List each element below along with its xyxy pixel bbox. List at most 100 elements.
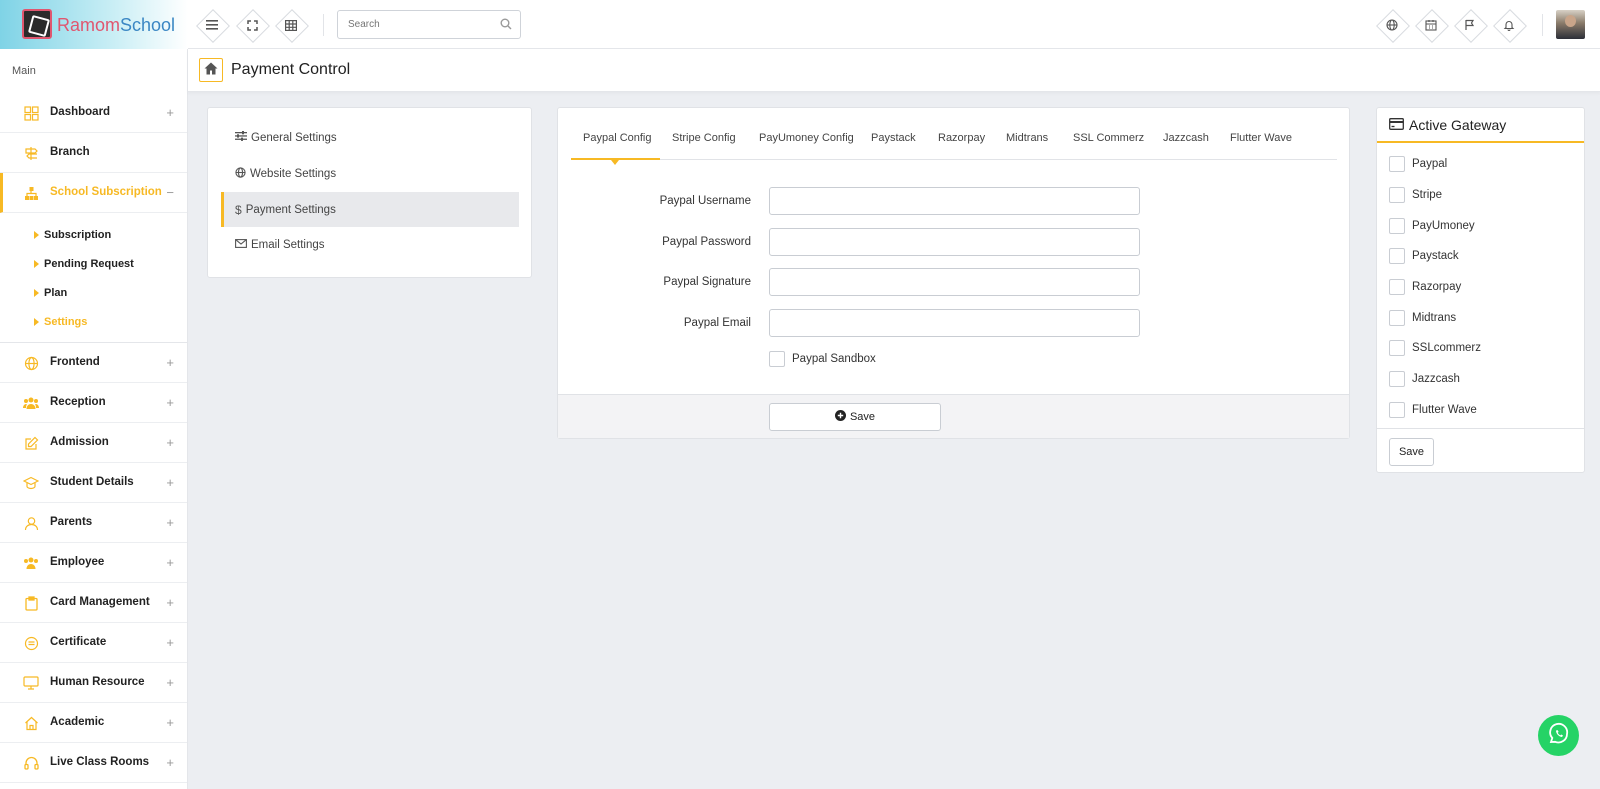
tab-flutter-wave[interactable]: Flutter Wave <box>1230 132 1292 144</box>
grid-button[interactable] <box>275 9 307 41</box>
search-icon[interactable] <box>500 18 512 33</box>
sidebar-item-card-management[interactable]: Card Management + <box>0 583 187 623</box>
gateway-checkbox[interactable] <box>1389 402 1405 418</box>
expand-icon: + <box>166 395 174 410</box>
logo-text-part1: Ramom <box>57 15 121 35</box>
sidebar-item-label: Academic <box>50 716 105 728</box>
tab-stripe-config[interactable]: Stripe Config <box>672 132 736 144</box>
sidebar-item-academic[interactable]: Academic + <box>0 703 187 743</box>
gateway-checkbox[interactable] <box>1389 371 1405 387</box>
settings-item-label: Website Settings <box>250 168 337 180</box>
paypal-email-label: Paypal Email <box>683 317 751 329</box>
language-button[interactable] <box>1376 9 1408 41</box>
expand-icon: + <box>166 715 174 730</box>
graduation-cap-icon <box>22 474 40 492</box>
gateway-option-label: Stripe <box>1412 189 1443 201</box>
home-button[interactable] <box>199 58 223 82</box>
caret-right-icon <box>34 260 39 269</box>
paypal-password-label: Paypal Password <box>662 236 751 248</box>
sidebar-subitem-subscription[interactable]: Subscription <box>34 229 111 241</box>
sidebar-item-label: Live Class Rooms <box>50 756 150 768</box>
gateway-checkbox[interactable] <box>1389 187 1405 203</box>
whatsapp-button[interactable] <box>1538 715 1579 756</box>
sidebar-item-label: Card Management <box>50 596 150 608</box>
expand-icon: + <box>166 105 174 120</box>
tab-razorpay[interactable]: Razorpay <box>938 132 985 144</box>
calendar-button[interactable] <box>1415 9 1447 41</box>
settings-menu-panel: General Settings Website Settings $ Paym… <box>207 107 532 278</box>
paypal-email-field[interactable] <box>769 309 1140 337</box>
tab-payumoney-config[interactable]: PayUmoney Config <box>759 132 854 144</box>
caret-right-icon <box>34 318 39 327</box>
gateway-checkbox[interactable] <box>1389 310 1405 326</box>
payment-config-panel: Paypal Config Stripe Config PayUmoney Co… <box>557 107 1350 439</box>
paypal-password-field[interactable] <box>769 228 1140 256</box>
bell-icon <box>1493 9 1525 41</box>
sidebar-item-human-resource[interactable]: Human Resource + <box>0 663 187 703</box>
sidebar-item-dashboard[interactable]: Dashboard + <box>0 93 187 133</box>
sidebar-item-label: Human Resource <box>50 676 145 688</box>
globe-icon <box>1376 9 1408 41</box>
avatar[interactable] <box>1556 10 1585 39</box>
search-box <box>337 10 521 39</box>
flag-button[interactable] <box>1454 9 1486 41</box>
settings-item-email[interactable]: Email Settings <box>221 228 519 263</box>
save-button[interactable]: Save <box>769 403 941 431</box>
menu-toggle-button[interactable] <box>196 9 228 41</box>
credit-card-icon <box>1389 117 1404 133</box>
sidebar-item-label: Frontend <box>50 356 100 368</box>
search-input[interactable] <box>338 11 488 38</box>
tab-midtrans[interactable]: Midtrans <box>1006 132 1048 144</box>
tab-paystack[interactable]: Paystack <box>871 132 916 144</box>
sidebar-item-label: School Subscription <box>50 186 162 198</box>
paypal-signature-field[interactable] <box>769 268 1140 296</box>
tab-paypal-config[interactable]: Paypal Config <box>583 132 652 144</box>
logo-icon <box>22 9 52 39</box>
sidebar-item-student-details[interactable]: Student Details + <box>0 463 187 503</box>
config-tabs: Paypal Config Stripe Config PayUmoney Co… <box>571 128 1337 165</box>
sidebar-item-employee[interactable]: Employee + <box>0 543 187 583</box>
settings-item-website[interactable]: Website Settings <box>221 156 519 191</box>
sidebar-item-live-class-rooms[interactable]: Live Class Rooms + <box>0 743 187 783</box>
gateway-checkbox[interactable] <box>1389 279 1405 295</box>
signpost-icon <box>22 144 40 162</box>
config-footer: Save <box>558 394 1349 438</box>
menu-icon <box>196 9 228 41</box>
gateway-option-label: Paypal <box>1412 158 1448 170</box>
sidebar-subitem-settings[interactable]: Settings <box>34 316 87 328</box>
home-icon <box>204 62 218 78</box>
user-icon <box>22 514 40 532</box>
gateway-checkbox[interactable] <box>1389 218 1405 234</box>
settings-item-general[interactable]: General Settings <box>221 120 519 155</box>
users-icon <box>22 394 40 412</box>
gateway-checkbox[interactable] <box>1389 248 1405 264</box>
gateway-checkbox[interactable] <box>1389 156 1405 172</box>
fullscreen-button[interactable] <box>236 9 268 41</box>
paypal-sandbox-checkbox[interactable] <box>769 351 785 367</box>
dollar-icon: $ <box>235 203 242 217</box>
sidebar-item-certificate[interactable]: Certificate + <box>0 623 187 663</box>
notification-button[interactable] <box>1493 9 1525 41</box>
sidebar-subitem-pending-request[interactable]: Pending Request <box>34 258 134 270</box>
caret-down-icon <box>611 160 619 165</box>
paypal-username-field[interactable] <box>769 187 1140 215</box>
certificate-icon <box>22 634 40 652</box>
sidebar-item-admission[interactable]: Admission + <box>0 423 187 463</box>
settings-item-payment[interactable]: $ Payment Settings <box>221 192 519 227</box>
gateway-save-button[interactable]: Save <box>1389 438 1434 466</box>
sidebar-item-frontend[interactable]: Frontend + <box>0 343 187 383</box>
settings-item-label: General Settings <box>251 131 337 144</box>
sidebar-item-reception[interactable]: Reception + <box>0 383 187 423</box>
sidebar-item-branch[interactable]: Branch <box>0 133 187 173</box>
tab-ssl-commerz[interactable]: SSL Commerz <box>1073 132 1144 144</box>
save-button-label: Save <box>849 411 876 423</box>
active-gateway-panel: Active Gateway Paypal Stripe PayUmoney P… <box>1376 107 1585 473</box>
plus-circle-icon <box>834 410 846 424</box>
sidebar-subitem-plan[interactable]: Plan <box>34 287 67 299</box>
sidebar-section-label: Main <box>12 65 36 77</box>
sidebar-item-parents[interactable]: Parents + <box>0 503 187 543</box>
settings-item-label: Email Settings <box>251 239 325 251</box>
gateway-checkbox[interactable] <box>1389 340 1405 356</box>
tab-jazzcash[interactable]: Jazzcash <box>1163 132 1209 144</box>
sidebar-item-school-subscription[interactable]: School Subscription − <box>0 173 187 213</box>
